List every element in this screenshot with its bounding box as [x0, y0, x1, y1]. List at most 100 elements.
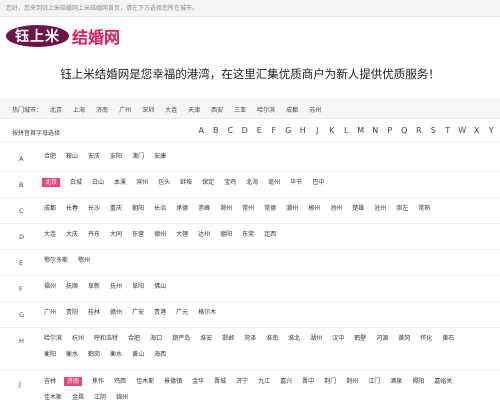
city-link[interactable]: 阜阳 [132, 282, 144, 291]
city-link[interactable]: 焦作 [92, 377, 104, 386]
city-link[interactable]: 海西 [154, 350, 166, 359]
city-link[interactable]: 滁州 [220, 204, 232, 213]
city-link[interactable]: 潮州 [286, 204, 298, 213]
city-link[interactable]: 郴州 [308, 204, 320, 213]
city-link[interactable]: 酒泉 [390, 377, 402, 386]
city-link[interactable]: 合肥 [128, 334, 140, 343]
city-link[interactable]: 金昌 [72, 393, 84, 400]
city-link[interactable]: 长治 [154, 204, 166, 213]
city-link[interactable]: 安阳 [110, 152, 122, 161]
city-link[interactable]: 沧州 [374, 204, 386, 213]
city-link[interactable]: 白城 [70, 178, 82, 187]
city-link[interactable]: 锦州 [116, 393, 128, 400]
alphabet-letter-c[interactable]: C [223, 126, 238, 135]
city-link[interactable]: 佳木斯 [136, 377, 154, 386]
city-link[interactable]: 亳州 [268, 178, 280, 187]
city-link[interactable]: 滨州 [136, 178, 148, 187]
city-link[interactable]: 安庆 [88, 152, 100, 161]
city-link[interactable]: 黄山 [132, 350, 144, 359]
city-link[interactable]: 湖州 [310, 334, 322, 343]
city-link[interactable]: 晋城 [214, 377, 226, 386]
alphabet-letter-j[interactable]: J [310, 126, 325, 135]
city-link[interactable]: 承德 [176, 204, 188, 213]
alphabet-letter-l[interactable]: L [339, 126, 354, 135]
city-link[interactable]: 东营 [132, 230, 144, 239]
city-link[interactable]: 常熟 [418, 204, 430, 213]
alphabet-letter-f[interactable]: F [267, 126, 282, 135]
city-link[interactable]: 鹤壁 [354, 334, 366, 343]
alphabet-letter-s[interactable]: S [426, 126, 441, 135]
alphabet-letter-k[interactable]: K [325, 126, 340, 135]
alphabet-letter-w[interactable]: W [455, 126, 470, 135]
alphabet-letter-y[interactable]: Y [484, 126, 499, 135]
city-link[interactable]: 桂林 [88, 308, 100, 317]
city-link[interactable]: 抚顺 [66, 282, 78, 291]
city-link[interactable]: 东莞 [242, 230, 254, 239]
city-link[interactable]: 黄石 [442, 334, 454, 343]
city-link[interactable]: 怀化 [420, 334, 432, 343]
alphabet-letter-m[interactable]: M [354, 126, 369, 135]
city-link[interactable]: 包头 [158, 178, 170, 187]
city-link[interactable]: 蚌埠 [180, 178, 192, 187]
alphabet-letter-a[interactable]: A [194, 126, 209, 135]
alphabet-letter-d[interactable]: D [238, 126, 253, 135]
city-link[interactable]: 海口 [150, 334, 162, 343]
hot-city-link[interactable]: 北京 [50, 105, 62, 114]
hot-city-link[interactable]: 西安 [211, 105, 223, 114]
city-link[interactable]: 晋中 [302, 377, 314, 386]
hot-city-link[interactable]: 成都 [286, 105, 298, 114]
city-link[interactable]: 大理 [176, 230, 188, 239]
city-link[interactable]: 荆州 [346, 377, 358, 386]
city-link[interactable]: 北海 [246, 178, 258, 187]
city-link[interactable]: 江门 [368, 377, 380, 386]
city-link[interactable]: 淮北 [288, 334, 300, 343]
hot-city-link[interactable]: 大连 [165, 105, 177, 114]
city-link[interactable]: 汉中 [332, 334, 344, 343]
city-link[interactable]: 淮南 [266, 334, 278, 343]
city-link[interactable]: 安康 [154, 152, 166, 161]
hot-city-link[interactable]: 上海 [73, 105, 85, 114]
hot-city-link[interactable]: 哈尔滨 [257, 105, 275, 114]
city-link[interactable]: 菏泽 [244, 334, 256, 343]
city-link[interactable]: 丹东 [88, 230, 100, 239]
city-link[interactable]: 吉林 [44, 377, 56, 386]
city-link[interactable]: 澳门 [132, 152, 144, 161]
city-link[interactable]: 赣州 [110, 308, 122, 317]
city-link[interactable]: 大同 [110, 230, 122, 239]
alphabet-letter-q[interactable]: Q [397, 126, 412, 135]
city-link[interactable]: 衡水 [110, 350, 122, 359]
city-link[interactable]: 江阴 [94, 393, 106, 400]
city-link[interactable]: 荆门 [324, 377, 336, 386]
alphabet-letter-p[interactable]: P [383, 126, 398, 135]
city-link[interactable]: 嘉峪关 [434, 377, 452, 386]
hot-city-link[interactable]: 苏州 [309, 105, 321, 114]
city-link[interactable]: 福州 [44, 282, 56, 291]
city-link[interactable]: 景德镇 [164, 377, 182, 386]
city-link[interactable]: 德州 [154, 230, 166, 239]
city-link[interactable]: 朝阳 [132, 204, 144, 213]
city-link[interactable]: 合肥 [44, 152, 56, 161]
city-link[interactable]: 九江 [258, 377, 270, 386]
city-link[interactable]: 淮安 [200, 334, 212, 343]
city-link[interactable]: 济宁 [236, 377, 248, 386]
city-link[interactable]: 贵港 [154, 308, 166, 317]
city-link[interactable]: 定西 [264, 230, 276, 239]
city-link-selected[interactable]: 济南 [64, 377, 83, 386]
city-link[interactable]: 赤峰 [198, 204, 210, 213]
city-link[interactable]: 常德 [264, 204, 276, 213]
hot-city-link[interactable]: 三亚 [234, 105, 246, 114]
city-link[interactable]: 崇左 [396, 204, 408, 213]
city-link[interactable]: 佳木斯 [44, 393, 62, 400]
city-link[interactable]: 达州 [198, 230, 210, 239]
alphabet-letter-x[interactable]: X [470, 126, 485, 135]
city-link[interactable]: 成都 [44, 204, 56, 213]
city-link[interactable]: 鸡西 [114, 377, 126, 386]
alphabet-letter-r[interactable]: R [412, 126, 427, 135]
alphabet-letter-g[interactable]: G [281, 126, 296, 135]
city-link[interactable]: 鄂尔多斯 [44, 256, 68, 265]
city-link[interactable]: 衡水 [66, 350, 78, 359]
city-link[interactable]: 揭阳 [412, 377, 424, 386]
hot-city-link[interactable]: 深圳 [142, 105, 154, 114]
hot-city-link[interactable]: 济南 [96, 105, 108, 114]
city-link[interactable]: 呼和浩特 [94, 334, 118, 343]
